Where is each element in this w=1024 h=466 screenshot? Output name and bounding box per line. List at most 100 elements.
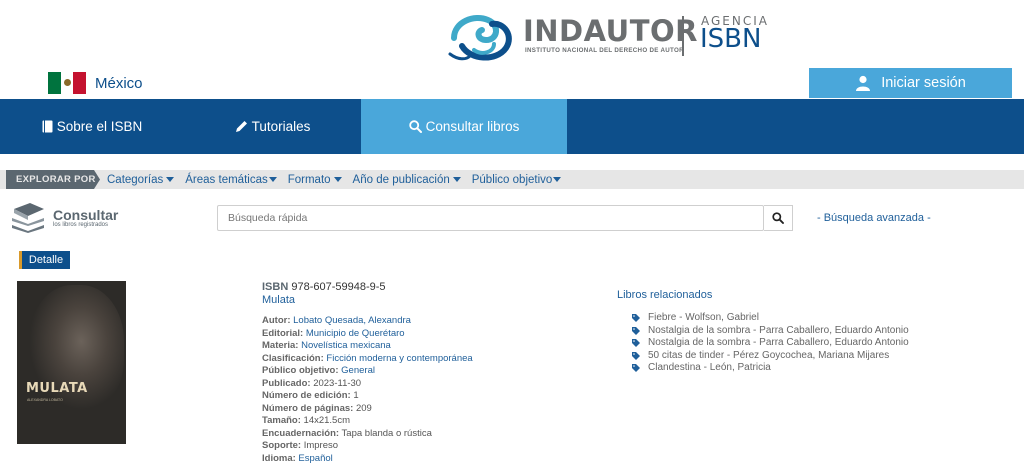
meta-row-publicado: Publicado: 2023-11-30 [262, 378, 473, 391]
meta-key: Número de páginas: [262, 402, 354, 414]
meta-value: Tapa blanda o rústica [341, 427, 432, 439]
related-item[interactable]: Fiebre - Wolfson, Gabriel [632, 312, 909, 325]
isbn-value: 978-607-59948-9-5 [291, 281, 386, 293]
caret-down-icon [553, 177, 562, 182]
meta-key: Clasificación: [262, 352, 324, 364]
related-item[interactable]: Clandestina - León, Patricia [632, 362, 909, 375]
meta-row-idioma: Idioma: Español [262, 453, 473, 466]
tag-icon [632, 351, 640, 360]
cover-title: MULATA [26, 381, 88, 396]
meta-key: Editorial: [262, 327, 304, 339]
login-label: Iniciar sesión [881, 75, 966, 91]
tag-icon [632, 364, 640, 373]
related-list: Fiebre - Wolfson, Gabriel Nostalgia de l… [617, 312, 909, 375]
meta-row-edicion: Número de edición: 1 [262, 390, 473, 403]
country-selector[interactable]: México [48, 72, 143, 94]
caret-down-icon [452, 177, 461, 182]
book-metadata: Autor: Lobato Quesada, Alexandra Editori… [262, 315, 473, 465]
advanced-search-link[interactable]: - Búsqueda avanzada - [817, 212, 931, 224]
meta-key: Tamaño: [262, 415, 301, 426]
related-books: Libros relacionados Fiebre - Wolfson, Ga… [617, 289, 909, 375]
caret-down-icon [268, 177, 277, 182]
meta-value: 209 [355, 402, 372, 414]
book-info: ISBN 978-607-59948-9-5 Mulata Autor: Lob… [262, 281, 473, 465]
explore-ano-publicacion[interactable]: Año de publicación [353, 174, 461, 186]
meta-row-materia: Materia: Novelística mexicana [262, 340, 473, 353]
search-icon [772, 212, 784, 224]
isbn-label: ISBN [262, 281, 289, 293]
meta-row-publico-objetivo: Público objetivo: General [262, 365, 473, 378]
explore-item-label: Formato [287, 173, 331, 186]
meta-key: Público objetivo: [262, 365, 339, 376]
nav-item-sobre-isbn[interactable]: Sobre el ISBN [0, 99, 184, 154]
meta-row-autor: Autor: Lobato Quesada, Alexandra [262, 315, 473, 328]
indautor-swirl-icon [448, 15, 512, 61]
book-cover-image: MULATA ALEXANDRA LOBATO [17, 281, 126, 444]
related-item[interactable]: Nostalgia de la sombra - Parra Caballero… [632, 325, 909, 338]
related-item-label: Nostalgia de la sombra - Parra Caballero… [648, 337, 909, 348]
tag-icon [632, 339, 640, 348]
meta-row-encuadernacion: Encuadernación: Tapa blanda o rústica [262, 428, 473, 441]
country-name: México [95, 74, 143, 92]
books-stack-icon [12, 203, 44, 233]
caret-down-icon [333, 177, 342, 182]
meta-key: Soporte: [262, 440, 302, 451]
explore-item-label: Áreas temáticas [185, 173, 268, 186]
explore-areas-tematicas[interactable]: Áreas temáticas [185, 173, 277, 186]
meta-key: Publicado: [262, 377, 311, 389]
logo-brand: INDAUTOR [523, 14, 698, 48]
quick-search-input[interactable] [217, 205, 764, 231]
explore-item-label: Público objetivo [471, 173, 553, 186]
related-item[interactable]: Nostalgia de la sombra - Parra Caballero… [632, 337, 909, 350]
meta-value: 1 [353, 390, 359, 401]
tag-icon [632, 314, 640, 323]
explore-item-label: Categorías [107, 173, 164, 186]
meta-value-link[interactable]: Lobato Quesada, Alexandra [293, 315, 411, 326]
meta-row-soporte: Soporte: Impreso [262, 440, 473, 453]
consult-logo: Consultar los libros registrados [10, 203, 118, 233]
related-item-label: Fiebre - Wolfson, Gabriel [648, 312, 759, 323]
mexico-flag-icon [48, 72, 87, 94]
explore-label: EXPLORAR POR [6, 170, 100, 189]
consult-title: Consultar [53, 207, 119, 223]
related-item[interactable]: 50 citas de tinder - Pérez Goycochea, Ma… [632, 350, 909, 363]
meta-value-link[interactable]: General [341, 365, 375, 376]
nav-item-label: Sobre el ISBN [56, 119, 143, 134]
meta-value-link[interactable]: Municipio de Querétaro [306, 328, 405, 339]
explore-formato[interactable]: Formato [288, 174, 342, 186]
logo-isbn: ISBN [700, 24, 762, 54]
meta-row-clasificacion: Clasificación: Ficción moderna y contemp… [262, 353, 473, 366]
nav-item-tutoriales[interactable]: Tutoriales [184, 99, 361, 154]
login-button[interactable]: Iniciar sesión [809, 68, 1012, 98]
book-icon [42, 120, 53, 133]
explore-categorias[interactable]: Categorías [107, 173, 175, 186]
main-nav: Sobre el ISBN Tutoriales Consultar libro… [0, 99, 1024, 154]
explore-publico-objetivo[interactable]: Público objetivo [472, 174, 562, 186]
meta-row-tamano: Tamaño: 14x21.5cm [262, 415, 473, 428]
meta-row-paginas: Número de páginas: 209 [262, 403, 473, 416]
book-title: Mulata [262, 294, 296, 306]
meta-value-link[interactable]: Español [298, 453, 332, 464]
meta-value-link[interactable]: Ficción moderna y contemporánea [326, 353, 472, 364]
meta-key: Autor: [262, 315, 291, 326]
meta-key: Número de edición: [262, 390, 351, 401]
meta-key: Idioma: [262, 452, 296, 464]
indautor-logo[interactable]: INDAUTOR INSTITUTO NACIONAL DEL DERECHO … [448, 10, 767, 64]
meta-value: 14x21.5cm [303, 415, 351, 426]
cover-author: ALEXANDRA LOBATO [27, 398, 63, 402]
caret-down-icon [166, 177, 175, 182]
explore-menu: Categorías Áreas temáticas Formato Año d… [107, 170, 572, 189]
search-button[interactable] [764, 205, 793, 231]
meta-value: Impreso [303, 440, 339, 451]
related-item-label: Clandestina - León, Patricia [648, 362, 771, 373]
nav-item-label: Tutoriales [251, 119, 311, 134]
meta-value: 2023-11-30 [313, 377, 362, 389]
meta-row-editorial: Editorial: Municipio de Querétaro [262, 328, 473, 341]
logo-divider [682, 16, 684, 56]
tag-icon [632, 326, 640, 335]
explore-bar: EXPLORAR POR Categorías Áreas temáticas … [0, 170, 1024, 189]
meta-value-link[interactable]: Novelística mexicana [301, 340, 391, 351]
meta-key: Materia: [262, 340, 299, 351]
nav-item-consultar-libros[interactable]: Consultar libros [361, 99, 567, 154]
logo-tagline: INSTITUTO NACIONAL DEL DERECHO DE AUTOR [525, 47, 684, 54]
